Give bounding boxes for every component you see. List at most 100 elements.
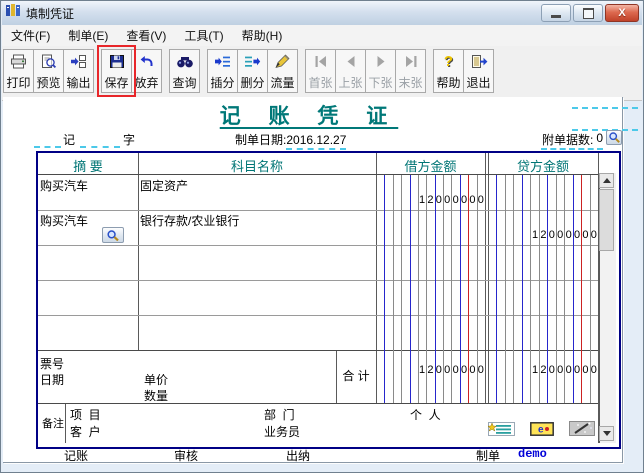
- toolbar-button-label: 放弃: [134, 76, 159, 90]
- toolbar-button-last-page[interactable]: 末张: [395, 49, 426, 93]
- voucher-word-right: 字: [123, 133, 136, 147]
- customer-label: 客 户: [70, 425, 101, 439]
- magnifier-icon: [608, 132, 620, 143]
- cashier-label: 出纳: [286, 449, 311, 463]
- menu-item-2[interactable]: 制单(E): [59, 24, 117, 47]
- toolbar-button-label: 打印: [6, 76, 31, 90]
- prepare-label: 制单: [476, 449, 501, 463]
- app-window: 填制凭证 X 文件(F) 制单(E) 查看(V) 工具(T) 帮助(H) 打印 预览 输…: [0, 0, 644, 473]
- insert-row-icon: [214, 53, 231, 70]
- project-label: 项 目: [70, 408, 101, 422]
- toolbar-button-label: 保存: [104, 76, 129, 90]
- menu-bar: 文件(F) 制单(E) 查看(V) 工具(T) 帮助(H): [2, 25, 642, 47]
- debit-total[interactable]: 12000000: [376, 350, 485, 403]
- flow-icon: [274, 53, 291, 70]
- make-date: 制单日期:2016.12.27: [235, 131, 347, 150]
- voucher-word-left: 记: [63, 133, 76, 147]
- attach-field-line[interactable]: [541, 148, 603, 150]
- make-date-value[interactable]: 2016.12.27: [286, 133, 347, 150]
- menu-item-4[interactable]: 工具(T): [175, 24, 232, 47]
- attach-lookup-button[interactable]: [606, 130, 622, 145]
- toolbar-button-exit[interactable]: 退出: [463, 49, 494, 93]
- account-cell[interactable]: [140, 317, 372, 348]
- unit-price-label: 单价: [144, 373, 169, 387]
- toolbar-button-label: 上张: [338, 76, 363, 90]
- next-page-icon: [373, 53, 389, 70]
- exit-icon: [470, 53, 488, 70]
- scroll-down-button[interactable]: [599, 426, 614, 441]
- account-cell[interactable]: [140, 282, 372, 313]
- toolbar-button-save[interactable]: 保存: [97, 45, 136, 97]
- summary-cell[interactable]: [40, 317, 134, 348]
- scrollbar-thumb[interactable]: [599, 189, 614, 251]
- account-cell[interactable]: 银行存款/农业银行: [140, 212, 372, 243]
- department-label: 部 门: [264, 408, 295, 422]
- menu-item-3[interactable]: 查看(V): [117, 24, 175, 47]
- prev-page-icon: [343, 53, 359, 70]
- toolbar-button-label: 末张: [398, 76, 423, 90]
- toolbar-button-first-page[interactable]: 首张: [305, 49, 336, 93]
- col-header-summary: 摘 要: [73, 159, 103, 174]
- person-label: 个 人: [410, 408, 441, 422]
- menu-item-5[interactable]: 帮助(H): [233, 24, 292, 47]
- toolbar-button-label: 输出: [66, 76, 91, 90]
- toolbar-button-label: 查询: [172, 76, 197, 90]
- debit-amount-cell[interactable]: 12000000: [376, 175, 485, 210]
- close-icon: X: [618, 6, 626, 19]
- close-button[interactable]: X: [605, 4, 639, 22]
- minimize-icon: [551, 15, 561, 18]
- toolbar-button-label: 流量: [270, 76, 295, 90]
- scroll-up-icon: [602, 178, 611, 183]
- summary-cell[interactable]: [40, 282, 134, 313]
- make-date-label: 制单日期:: [235, 133, 287, 147]
- toolbar-button-search[interactable]: 查询: [169, 49, 200, 93]
- account-lookup-button[interactable]: [102, 227, 124, 243]
- toolbar-button-undo[interactable]: 放弃: [131, 49, 162, 93]
- attach-count-value[interactable]: 0: [579, 131, 603, 145]
- wand-icon[interactable]: [569, 421, 595, 441]
- toolbar-button-export[interactable]: 输出: [63, 49, 94, 93]
- undo-icon: [138, 53, 155, 70]
- voucher-type-field[interactable]: [34, 146, 61, 148]
- printer-icon: [10, 53, 27, 70]
- credit-total[interactable]: 12000000: [488, 350, 598, 403]
- search-icon: [176, 53, 194, 70]
- ticket-label: 票号: [40, 357, 65, 371]
- toolbar-button-label: 插分: [210, 76, 235, 90]
- bookkeeping-label: 记账: [64, 449, 89, 463]
- toolbar-button-delete-row[interactable]: 删分: [237, 49, 268, 93]
- toolbar-button-preview[interactable]: 预览: [33, 49, 64, 93]
- delete-row-icon: [244, 53, 261, 70]
- toolbar-button-next-page[interactable]: 下张: [365, 49, 396, 93]
- footer-date-label: 日期: [40, 373, 65, 387]
- summary-cell[interactable]: [40, 247, 134, 278]
- account-cell[interactable]: [140, 247, 372, 278]
- account-cell[interactable]: 固定资产: [140, 177, 372, 208]
- toolbar-button-label: 帮助: [436, 76, 461, 90]
- toolbar-button-printer[interactable]: 打印: [3, 49, 34, 93]
- note-icon[interactable]: [486, 422, 515, 441]
- toolbar-button-flow[interactable]: 流量: [267, 49, 298, 93]
- voucher-workspace: 记 账 凭 证 记 字 制单日期:2016.12.27 附单据数: 0 摘 要科…: [3, 97, 638, 463]
- toolbar-button-insert-row[interactable]: 插分: [207, 49, 238, 93]
- minimize-button[interactable]: [541, 4, 571, 22]
- total-label: 合 计: [342, 369, 370, 383]
- export-icon: [70, 53, 87, 70]
- svg-text:e: e: [538, 425, 544, 436]
- remark-border: [38, 403, 598, 404]
- credit-amount-cell[interactable]: 12000000: [488, 210, 598, 245]
- voucher-title: 记 账 凭 证: [219, 105, 399, 128]
- restore-button[interactable]: [573, 4, 603, 22]
- currency-field-line[interactable]: [572, 107, 638, 109]
- window-title: 填制凭证: [26, 6, 75, 21]
- col-header-credit: 贷方金额: [516, 159, 569, 174]
- scroll-up-button[interactable]: [599, 173, 614, 188]
- toolbar-button-prev-page[interactable]: 上张: [335, 49, 366, 93]
- title-bar: 填制凭证 X: [2, 1, 642, 26]
- summary-cell[interactable]: 购买汽车: [40, 177, 134, 208]
- menu-item-1[interactable]: 文件(F): [2, 24, 59, 47]
- voucher-number-field[interactable]: [80, 146, 120, 148]
- mail-screen-icon[interactable]: e: [530, 422, 554, 441]
- save-icon: [109, 53, 125, 70]
- toolbar-button-help[interactable]: ? 帮助: [433, 49, 464, 93]
